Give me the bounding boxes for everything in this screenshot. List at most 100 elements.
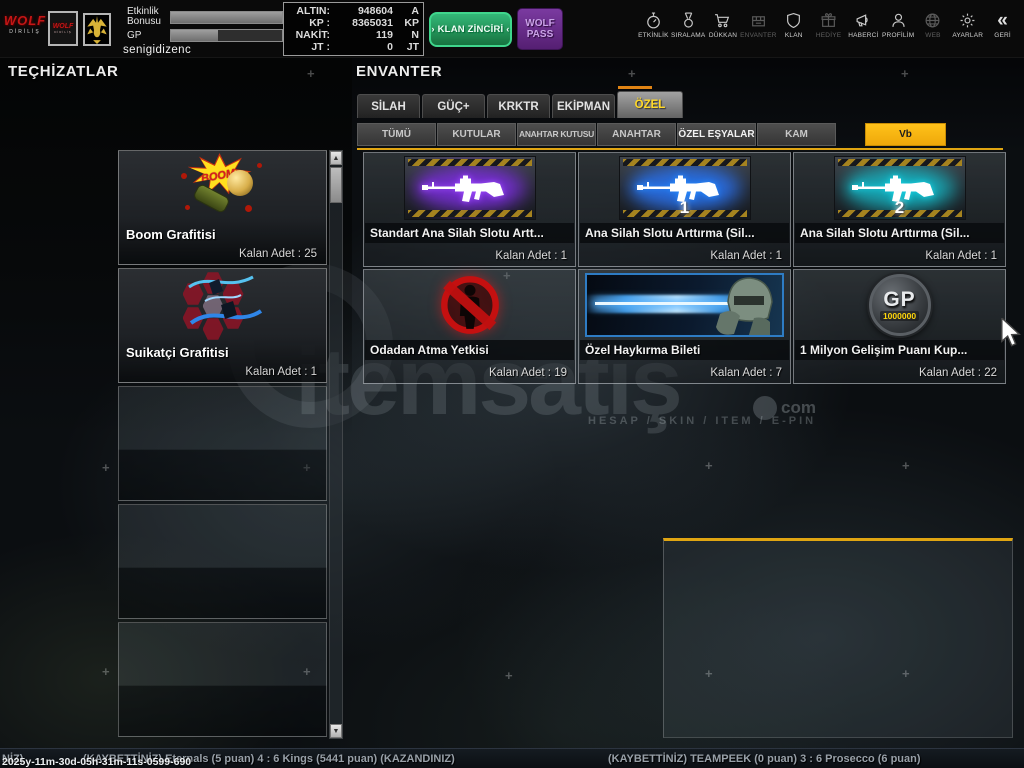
- nav-envanter[interactable]: ENVANTER: [740, 12, 776, 39]
- equipment-item-boom-grafitisi[interactable]: BOOM! Boom Grafitisi Kalan Adet : 25: [118, 150, 327, 265]
- watermark-dot: [753, 396, 777, 420]
- wolf-pass-line2: PASS: [526, 29, 554, 40]
- subtab-kam[interactable]: KAM: [757, 123, 836, 146]
- kp-value: 8365031: [352, 17, 393, 29]
- nav-siralama[interactable]: SIRALAMA: [671, 12, 706, 39]
- item-art: GP 1000000: [794, 272, 1005, 338]
- inventory-item-ana-silah-slotu-2[interactable]: 2 Ana Silah Slotu Arttırma (Sil... Kalan…: [793, 152, 1006, 267]
- shield-icon: [787, 12, 801, 29]
- crate-image: [403, 156, 536, 220]
- equipment-item-suikatci-grafitisi[interactable]: Suikatçi Grafitisi Kalan Adet : 1: [118, 268, 327, 383]
- item-art: 1: [579, 155, 790, 221]
- nav-label: SIRALAMA: [670, 32, 706, 39]
- medal-icon: [683, 12, 693, 28]
- item-count: Kalan Adet : 1: [495, 250, 567, 262]
- suikatci-grafitisi-art: [119, 270, 326, 344]
- topbar: WOLF DİRİLİŞ WOLF DİRİLİŞ Etkinlik Bonus…: [0, 0, 1024, 58]
- scroll-down-button[interactable]: ▼: [330, 724, 342, 738]
- crate-icon: [751, 16, 765, 27]
- nav-klan[interactable]: KLAN: [776, 12, 811, 39]
- wolf-logo: WOLF DİRİLİŞ: [2, 13, 48, 49]
- scrollbar-thumb[interactable]: [330, 167, 342, 203]
- etkinlik-bonusu-label-line2: Bonusu: [127, 16, 161, 27]
- game-window: WOLF DİRİLİŞ WOLF DİRİLİŞ Etkinlik Bonus…: [0, 0, 1024, 768]
- wolf-logo-title: WOLF: [3, 13, 47, 28]
- klan-zinciri-button[interactable]: › KLAN ZİNCİRİ ‹: [429, 12, 512, 47]
- subtab-ozel-esyalar[interactable]: ÖZEL EŞYALAR: [677, 123, 756, 146]
- rifle-icon: [421, 175, 504, 202]
- nav-label: GERİ: [994, 32, 1011, 39]
- equipment-empty-slot: [118, 504, 327, 619]
- inventory-tabs: SİLAH GÜÇ+ KRKTR EKİPMAN ÖZEL: [357, 91, 685, 118]
- equipment-empty-slot: [118, 386, 327, 501]
- avatar-logo-text: WOLF: [52, 23, 74, 30]
- tab-silah[interactable]: SİLAH: [357, 94, 420, 118]
- item-count: Kalan Adet : 1: [710, 250, 782, 262]
- inventory-item-ozel-haykirma-bileti[interactable]: Özel Haykırma Bileti Kalan Adet : 7: [578, 269, 791, 384]
- nav-etkinlik[interactable]: ETKİNLİK: [636, 12, 671, 39]
- inventory-item-ana-silah-slotu-1[interactable]: 1 Ana Silah Slotu Arttırma (Sil... Kalan…: [578, 152, 791, 267]
- kick-permission-icon: [440, 276, 499, 334]
- nav-label: DÜKKAN: [708, 32, 738, 39]
- nav-profilim[interactable]: PROFİLİM: [881, 12, 916, 39]
- watermark-tagline: HESAP / SKIN / ITEM / E-PIN: [588, 415, 817, 427]
- bg-plus-marker: +: [628, 66, 636, 81]
- rank-emblem: [83, 13, 111, 46]
- tab-ozel[interactable]: ÖZEL: [617, 91, 683, 118]
- nav-label: WEB: [925, 32, 941, 39]
- inventory-item-gp-kuponu[interactable]: GP 1000000 1 Milyon Gelişim Puanı Kup...…: [793, 269, 1006, 384]
- equipment-scrollbar[interactable]: ▲ ▼: [329, 150, 343, 739]
- gp-label: GP: [127, 30, 142, 41]
- nav-dukkan[interactable]: DÜKKAN: [706, 12, 741, 39]
- crate-image: 1: [618, 156, 751, 220]
- avatar[interactable]: WOLF DİRİLİŞ: [48, 11, 78, 46]
- nav-ayarlar[interactable]: AYARLAR: [950, 12, 985, 39]
- main-panel-title: ENVANTER: [356, 63, 443, 80]
- gear-icon: [960, 13, 975, 28]
- globe-icon: [926, 13, 940, 28]
- nav-label: PROFİLİM: [882, 32, 915, 39]
- subtab-anahtar[interactable]: ANAHTAR: [597, 123, 676, 146]
- splatter-dot: [256, 163, 262, 168]
- nav-haberci[interactable]: HABERCİ: [846, 12, 881, 39]
- wolf-logo-subtitle: DİRİLİŞ: [9, 29, 41, 35]
- item-name: Ana Silah Slotu Arttırma (Sil...: [795, 223, 1004, 243]
- splatter-dot: [184, 205, 190, 210]
- tab-ekipman[interactable]: EKİPMAN: [552, 94, 615, 118]
- person-icon: [892, 13, 905, 27]
- item-name: Standart Ana Silah Slotu Artt...: [365, 223, 574, 243]
- nav-label: ENVANTER: [740, 32, 777, 39]
- tab-guc[interactable]: GÜÇ+: [422, 94, 485, 118]
- nav-label: HABERCİ: [848, 32, 879, 39]
- nav-label: KLAN: [784, 32, 803, 39]
- item-art: 2: [794, 155, 1005, 221]
- slot-number-badge: 2: [894, 198, 905, 217]
- scroll-up-button[interactable]: ▲: [330, 151, 342, 165]
- nav-geri[interactable]: « GERİ: [985, 11, 1020, 39]
- nakit-unit: N: [411, 29, 419, 41]
- nav-hediye[interactable]: HEDİYE: [811, 12, 846, 39]
- bg-plus-marker: +: [102, 664, 110, 679]
- subtab-anahtar-kutusu[interactable]: ANAHTAR KUTUSU: [517, 123, 596, 146]
- subtab-tumu[interactable]: TÜMÜ: [357, 123, 436, 146]
- nav-web[interactable]: WEB: [916, 12, 951, 39]
- boom-grafitisi-art: BOOM!: [119, 152, 326, 226]
- altin-value: 948604: [357, 5, 393, 17]
- megaphone-icon: [856, 14, 868, 27]
- equipment-empty-slot: [118, 622, 327, 737]
- inventory-item-standart-ana-silah-slotu[interactable]: Standart Ana Silah Slotu Artt... Kalan A…: [363, 152, 576, 267]
- tab-krktr[interactable]: KRKTR: [487, 94, 550, 118]
- bg-plus-marker: +: [102, 460, 110, 475]
- subtab-kutular[interactable]: KUTULAR: [437, 123, 516, 146]
- inventory-item-odadan-atma-yetkisi[interactable]: Odadan Atma Yetkisi Kalan Adet : 19: [363, 269, 576, 384]
- wolf-pass-line1: WOLF: [525, 18, 555, 29]
- bg-plus-marker: +: [901, 66, 909, 81]
- jt-label: JT :: [311, 41, 330, 53]
- splatter-dot: [244, 205, 252, 212]
- gp-progress-fill: [171, 30, 218, 41]
- gp-coin-text: GP: [883, 287, 916, 311]
- subtab-vb[interactable]: Vb: [865, 123, 946, 146]
- wolf-pass-button[interactable]: WOLF PASS: [517, 8, 563, 50]
- content-area: + + + + + + + + + + + + + + itemsatış HE…: [0, 58, 1024, 748]
- currency-row-nakit: NAKİT: 119 N: [288, 29, 419, 41]
